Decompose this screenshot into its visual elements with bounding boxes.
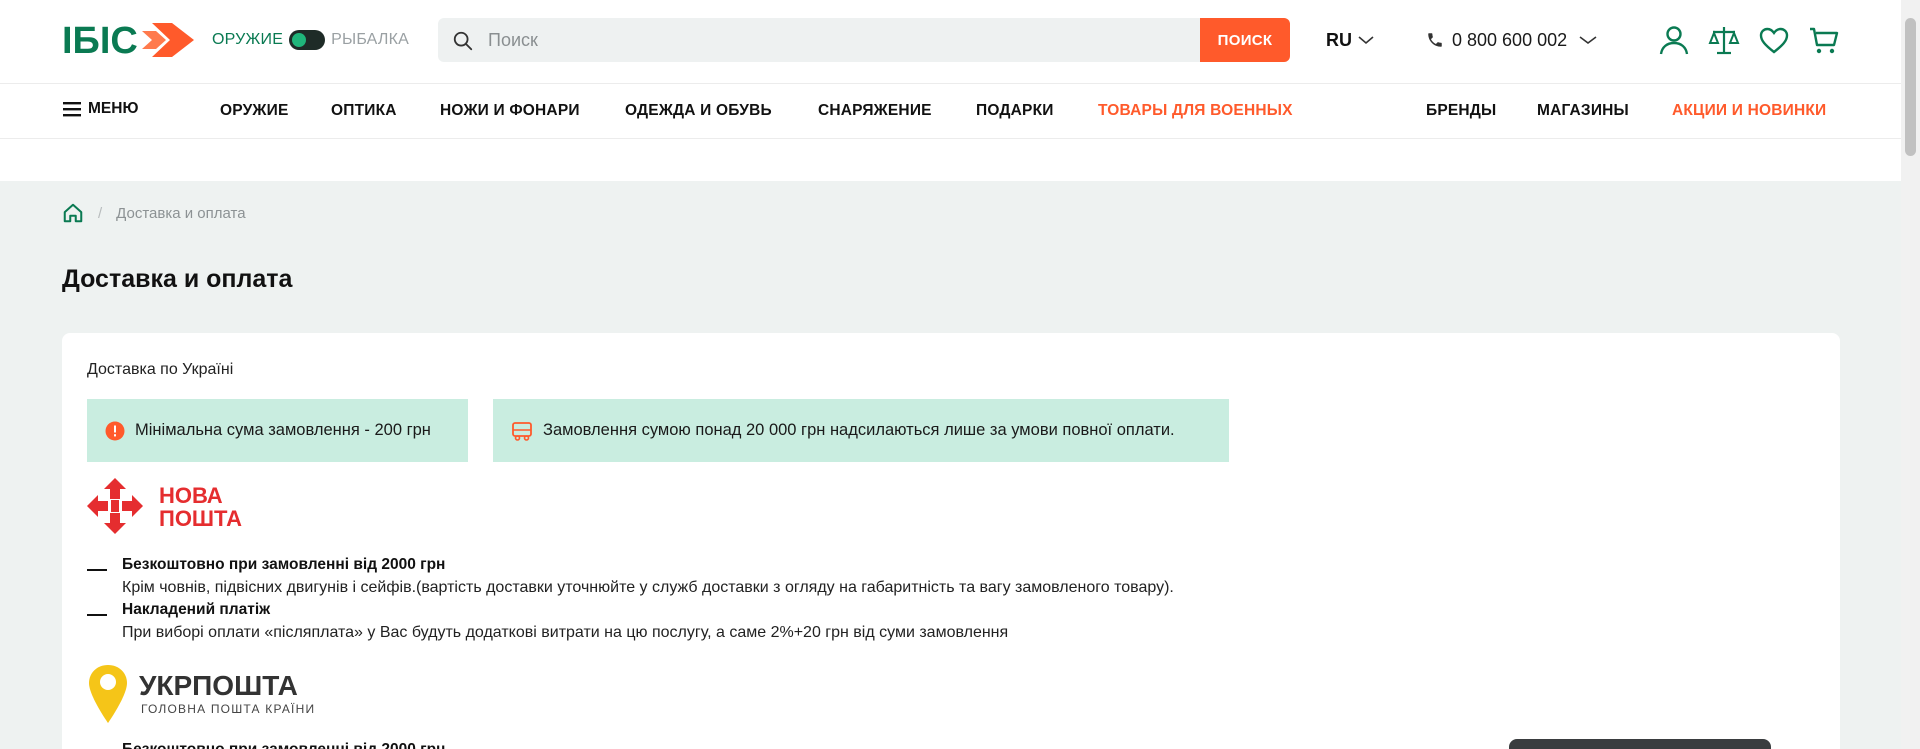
menu-label: МЕНЮ bbox=[88, 100, 139, 117]
menu-button[interactable]: МЕНЮ bbox=[63, 100, 138, 118]
scrollbar[interactable] bbox=[1901, 0, 1920, 749]
nav-item-stores[interactable]: МАГАЗИНЫ bbox=[1537, 102, 1629, 120]
phone-number[interactable]: 0 800 600 002 bbox=[1452, 30, 1567, 51]
list-dash bbox=[87, 569, 107, 571]
heart-icon[interactable] bbox=[1757, 23, 1791, 57]
list-item-title: Накладений платіж bbox=[122, 601, 271, 618]
main-navigation: МЕНЮ ОРУЖИЕ ОПТИКА НОЖИ И ФОНАРИ ОДЕЖДА … bbox=[0, 84, 1901, 139]
page-content: / Доставка и оплата Доставка и оплата До… bbox=[0, 181, 1901, 749]
truck-icon bbox=[512, 421, 532, 441]
search-icon bbox=[453, 31, 473, 51]
list-item-text: При виборі оплати «післяплата» у Вас буд… bbox=[122, 624, 1009, 641]
nav-item-equipment[interactable]: СНАРЯЖЕНИЕ bbox=[818, 102, 932, 120]
list-dash bbox=[87, 614, 107, 616]
nova-poshta-logo-line2: ПОШТА bbox=[159, 506, 242, 531]
category-switch[interactable]: ОРУЖИЕ РЫБАЛКА bbox=[212, 28, 409, 52]
nav-item-brands[interactable]: БРЕНДЫ bbox=[1426, 102, 1496, 120]
delivery-card: Доставка по Україні Мінімальна сума замо… bbox=[62, 333, 1840, 749]
chevron-down-icon bbox=[1358, 36, 1374, 45]
hamburger-icon bbox=[63, 102, 81, 117]
search-input[interactable] bbox=[488, 18, 1228, 62]
switch-label-fishing[interactable]: РЫБАЛКА bbox=[331, 31, 409, 49]
breadcrumb-current: Доставка и оплата bbox=[116, 204, 246, 222]
nav-item-knives-flashlights[interactable]: НОЖИ И ФОНАРИ bbox=[440, 102, 580, 120]
list-item: Накладений платіж При виборі оплати «піс… bbox=[122, 601, 1008, 642]
nova-poshta-logo: НОВА ПОШТА bbox=[87, 478, 242, 534]
site-header: ІБІС ОРУЖИЕ РЫБАЛКА ПОИСК RU 0 800 600 0… bbox=[0, 0, 1901, 84]
page-title: Доставка и оплата bbox=[62, 265, 293, 293]
category-toggle[interactable] bbox=[289, 30, 326, 50]
language-label: RU bbox=[1326, 29, 1352, 50]
list-item-title: Безкоштовно при замовленні від 2000 грн bbox=[122, 556, 446, 573]
nav-item-clothing-footwear[interactable]: ОДЕЖДА И ОБУВЬ bbox=[625, 102, 772, 120]
nav-item-weapons[interactable]: ОРУЖИЕ bbox=[220, 102, 289, 120]
chat-widget[interactable] bbox=[1509, 739, 1771, 749]
nav-item-promotions-new[interactable]: АКЦИИ И НОВИНКИ bbox=[1672, 102, 1826, 120]
user-icon[interactable] bbox=[1657, 23, 1691, 57]
ukrposhta-logo-name: УКРПОШТА bbox=[139, 670, 298, 701]
ukrposhta-logo-sub: ГОЛОВНА ПОШТА КРАЇНИ bbox=[141, 702, 315, 716]
nova-poshta-logo-line1: НОВА bbox=[159, 483, 223, 508]
breadcrumb-separator: / bbox=[98, 204, 103, 222]
nav-item-optics[interactable]: ОПТИКА bbox=[331, 102, 397, 120]
notice-prepayment: Замовлення сумою понад 20 000 грн надсил… bbox=[493, 399, 1229, 462]
phone-selector[interactable]: 0 800 600 002 bbox=[1426, 27, 1597, 53]
cart-icon[interactable] bbox=[1807, 23, 1841, 57]
delivery-section-title: Доставка по Україні bbox=[87, 361, 234, 378]
logo-text: ІБІС bbox=[62, 20, 138, 62]
ibis-logo[interactable]: ІБІС bbox=[62, 17, 194, 63]
search-button[interactable]: ПОИСК bbox=[1200, 18, 1290, 62]
chevron-down-icon bbox=[1579, 36, 1597, 44]
alert-icon bbox=[105, 421, 125, 440]
compare-scales-icon[interactable] bbox=[1707, 23, 1741, 57]
phone-icon bbox=[1428, 33, 1442, 47]
switch-label-weapons[interactable]: ОРУЖИЕ bbox=[212, 31, 283, 49]
nav-item-military-goods[interactable]: ТОВАРЫ ДЛЯ ВОЕННЫХ bbox=[1098, 102, 1293, 120]
language-selector[interactable]: RU bbox=[1326, 28, 1374, 52]
list-item: Безкоштовно при замовленні від 2000 грн … bbox=[122, 556, 1174, 597]
list-item: Безкоштовно при замовленні від 2000 грн bbox=[122, 741, 445, 749]
toggle-knob bbox=[292, 33, 307, 47]
ukrposhta-logo: УКРПОШТА ГОЛОВНА ПОШТА КРАЇНИ bbox=[89, 665, 315, 723]
notice-min-order-text: Мінімальна сума замовлення - 200 грн bbox=[135, 421, 431, 439]
home-icon[interactable] bbox=[62, 202, 84, 224]
breadcrumb: / Доставка и оплата bbox=[62, 201, 246, 225]
scrollbar-thumb[interactable] bbox=[1905, 18, 1916, 156]
notice-min-order: Мінімальна сума замовлення - 200 грн bbox=[87, 399, 468, 462]
nav-item-gifts[interactable]: ПОДАРКИ bbox=[976, 102, 1054, 120]
notice-prepayment-text: Замовлення сумою понад 20 000 грн надсил… bbox=[543, 421, 1175, 439]
list-item-text: Крім човнів, підвісних двигунів і сейфів… bbox=[122, 579, 1174, 596]
list-item-title: Безкоштовно при замовленні від 2000 грн bbox=[122, 741, 445, 749]
search-box bbox=[438, 18, 1290, 62]
